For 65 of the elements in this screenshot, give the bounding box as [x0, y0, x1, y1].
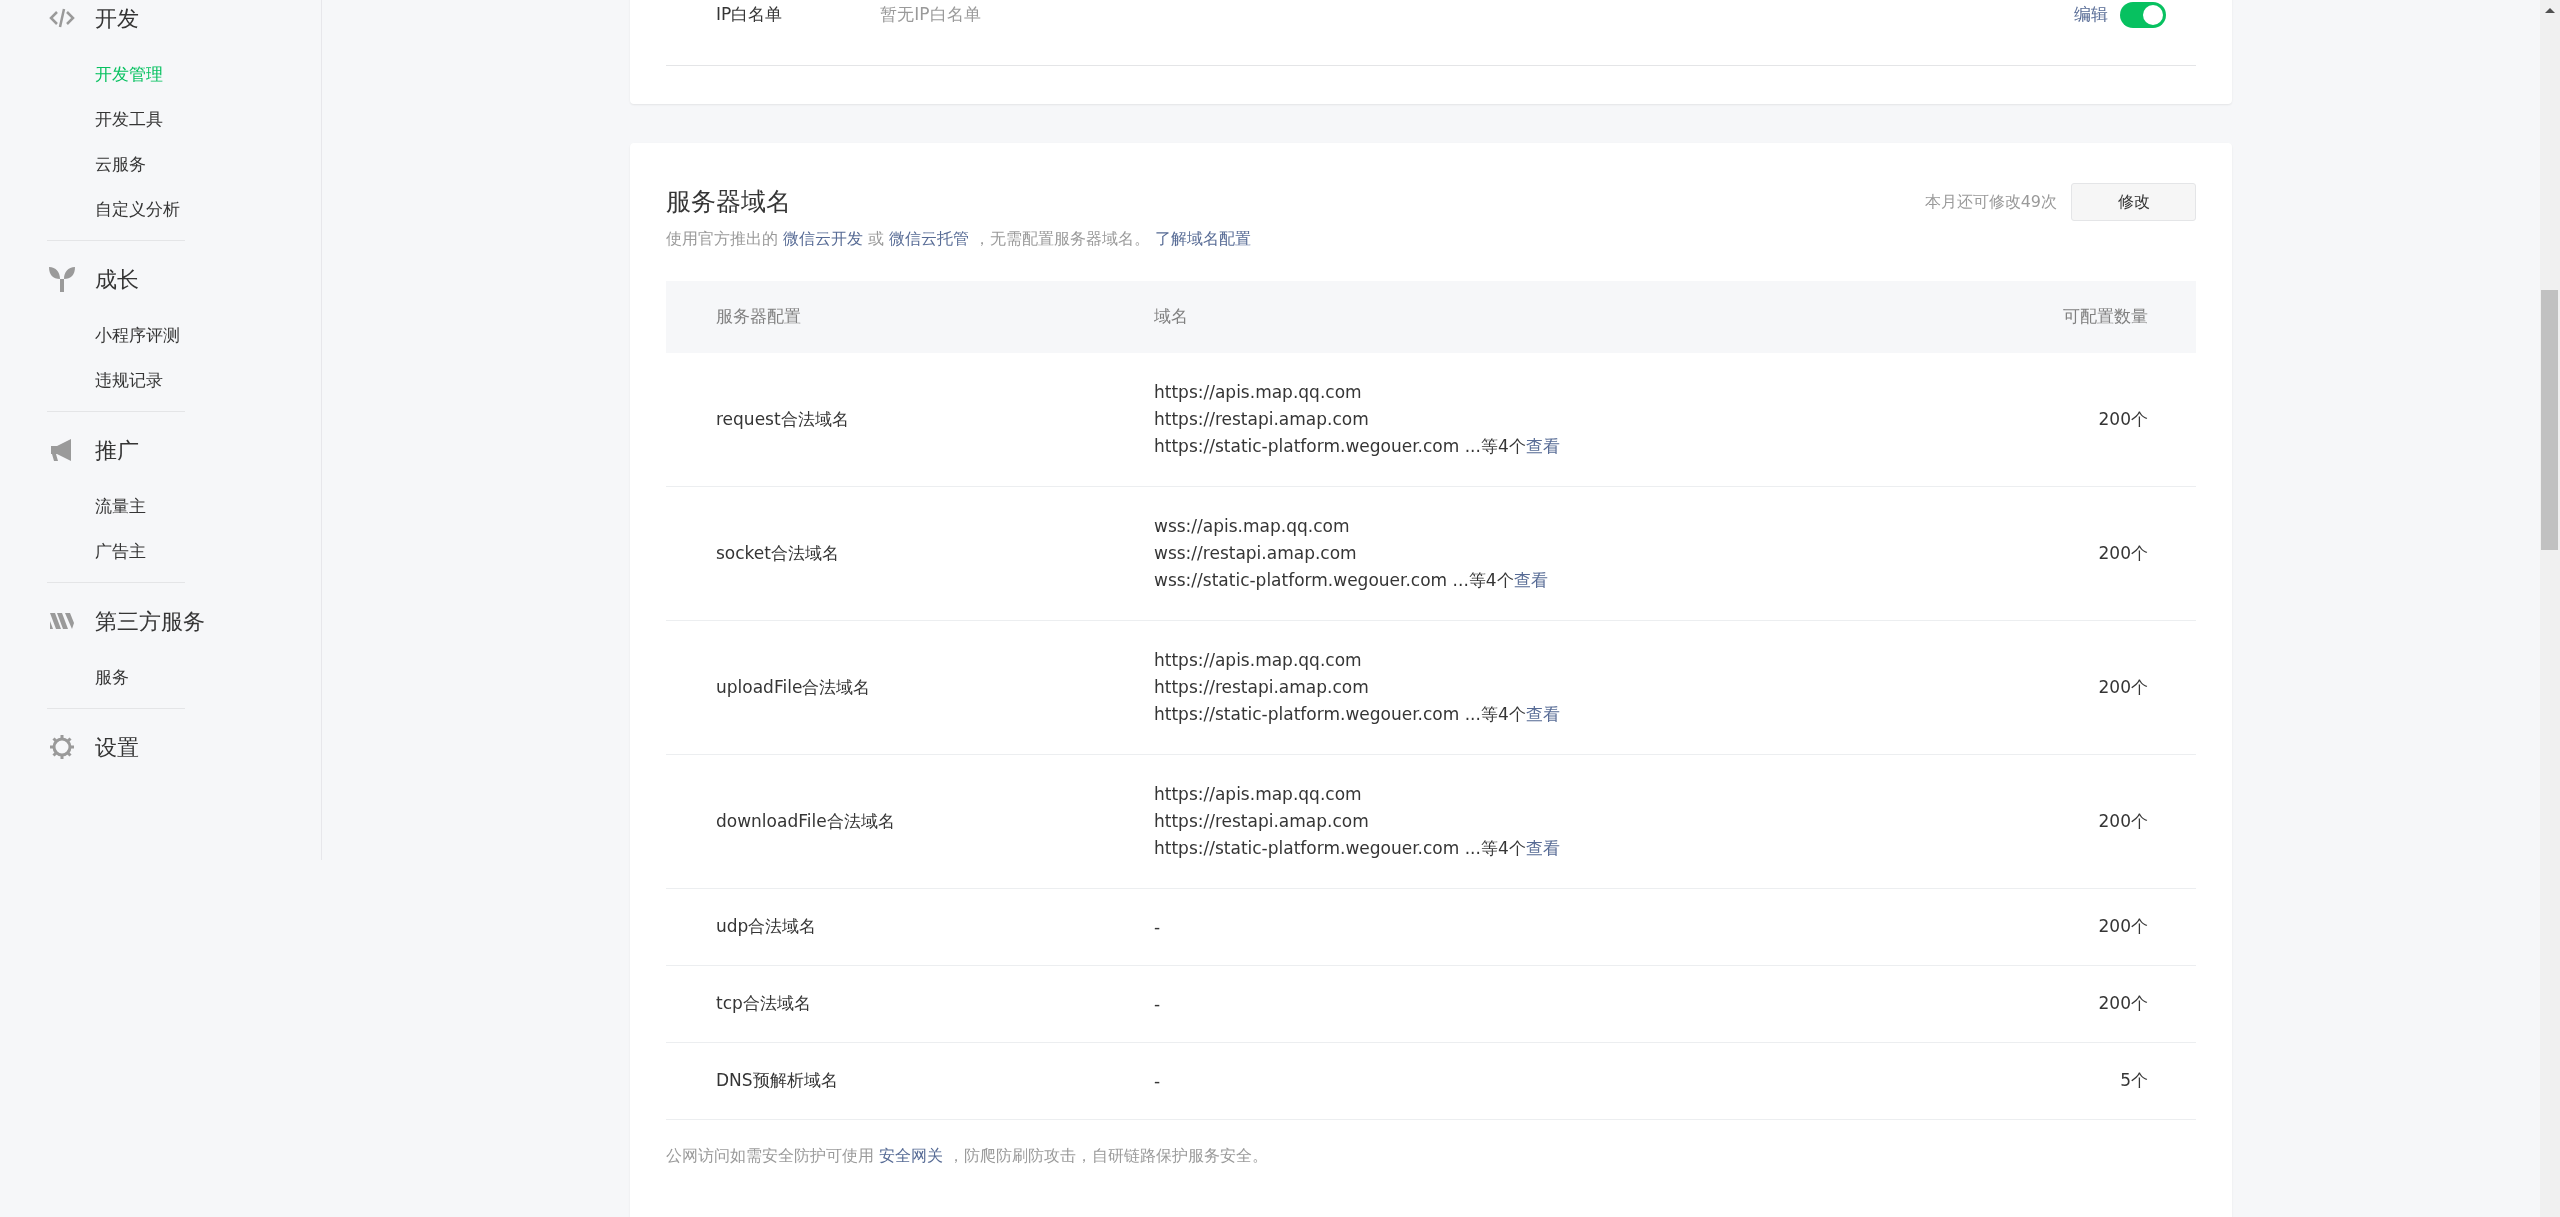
- sidebar-item[interactable]: 服务: [95, 655, 321, 700]
- table-cell: 200个: [1938, 888, 2196, 966]
- section-heading: 设置: [95, 733, 139, 762]
- toggle-switch[interactable]: [2120, 1, 2166, 28]
- link[interactable]: 了解域名配置: [1155, 228, 1252, 248]
- domain-text: https://apis.map.qq.com: [1154, 380, 1363, 404]
- edit-link[interactable]: 编辑: [2074, 1, 2108, 28]
- description-text: 使用官方推出的 微信云开发 或 微信云托管 ，无需配置服务器域名。 了解域名配置: [666, 227, 1252, 250]
- link[interactable]: 安全网关: [879, 1146, 944, 1165]
- link[interactable]: 微信云开发: [783, 228, 864, 248]
- scrollbar[interactable]: [2540, 0, 2560, 1217]
- view-link[interactable]: 查看: [1525, 704, 1560, 724]
- table-cell: tcp合法域名: [666, 965, 1153, 1043]
- domain-text: https://static-platform.wegouer.com ...等4个查看: [1154, 703, 1561, 726]
- column-header: 可配置数量: [1938, 280, 2196, 353]
- column-header: 域名: [1153, 280, 1938, 353]
- sprout-icon: [48, 265, 76, 293]
- section-heading: 推广: [95, 436, 139, 465]
- sidebar-item[interactable]: 广告主: [95, 529, 321, 574]
- section-heading: 开发: [95, 4, 139, 33]
- modify-button[interactable]: 修改: [2071, 183, 2196, 221]
- field-value: 暂无IP白名单: [880, 2, 981, 26]
- sidebar-item[interactable]: 违规记录: [95, 358, 321, 403]
- settings-icon: [48, 733, 76, 761]
- quota-text: 本月还可修改49次: [1924, 191, 2057, 213]
- link[interactable]: 微信云托管: [889, 228, 970, 248]
- table-cell: 200个: [1938, 352, 2196, 487]
- domain-text: https://restapi.amap.com: [1154, 810, 1370, 833]
- table-cell: 200个: [1938, 620, 2196, 755]
- domain-text: https://apis.map.qq.com: [1154, 649, 1363, 672]
- domain-text: wss://restapi.amap.com: [1154, 542, 1358, 565]
- table-cell: 5个: [1938, 1042, 2196, 1120]
- domain-text: -: [1154, 992, 1162, 1016]
- table-cell: downloadFile合法域名: [666, 754, 1153, 889]
- view-link[interactable]: 查看: [1513, 570, 1548, 590]
- domain-text: https://restapi.amap.com: [1154, 407, 1370, 431]
- sidebar-item[interactable]: 云服务: [95, 142, 321, 187]
- column-header: 服务器配置: [666, 280, 1153, 353]
- sidebar-item[interactable]: 自定义分析: [95, 187, 321, 232]
- view-link[interactable]: 查看: [1525, 838, 1560, 858]
- table-cell: uploadFile合法域名: [666, 620, 1153, 755]
- domain-text: https://apis.map.qq.com: [1154, 783, 1363, 806]
- sidebar-item[interactable]: 小程序评测: [95, 313, 321, 358]
- domain-text: https://static-platform.wegouer.com ...等4个查看: [1154, 837, 1561, 860]
- domain-text: https://static-platform.wegouer.com ...等4个查看: [1154, 434, 1561, 458]
- table-cell: 200个: [1938, 486, 2196, 621]
- table-cell: request合法域名: [666, 352, 1153, 487]
- table-cell: udp合法域名: [666, 888, 1153, 966]
- domain-text: wss://static-platform.wegouer.com ...等4个查看: [1154, 569, 1549, 592]
- field-label: IP白名单: [716, 2, 783, 26]
- sidebar-item[interactable]: 流量主: [95, 484, 321, 529]
- section-heading: 第三方服务: [95, 607, 205, 636]
- table-cell: socket合法域名: [666, 486, 1153, 621]
- section-title: 服务器域名: [666, 186, 792, 218]
- sidebar-item[interactable]: 开发工具: [95, 97, 321, 142]
- table-cell: DNS预解析域名: [666, 1042, 1153, 1120]
- table-cell: 200个: [1938, 754, 2196, 889]
- domain-text: https://restapi.amap.com: [1154, 676, 1370, 699]
- domain-text: -: [1154, 1069, 1162, 1093]
- table-cell: 200个: [1938, 965, 2196, 1043]
- view-link[interactable]: 查看: [1525, 435, 1560, 456]
- domain-text: wss://apis.map.qq.com: [1154, 515, 1351, 538]
- footer-text: 公网访问如需安全防护可使用 安全网关 ，防爬防刷防攻击，自研链路保护服务安全。: [666, 1145, 1270, 1167]
- domain-text: -: [1154, 915, 1162, 939]
- section-heading: 成长: [95, 265, 139, 294]
